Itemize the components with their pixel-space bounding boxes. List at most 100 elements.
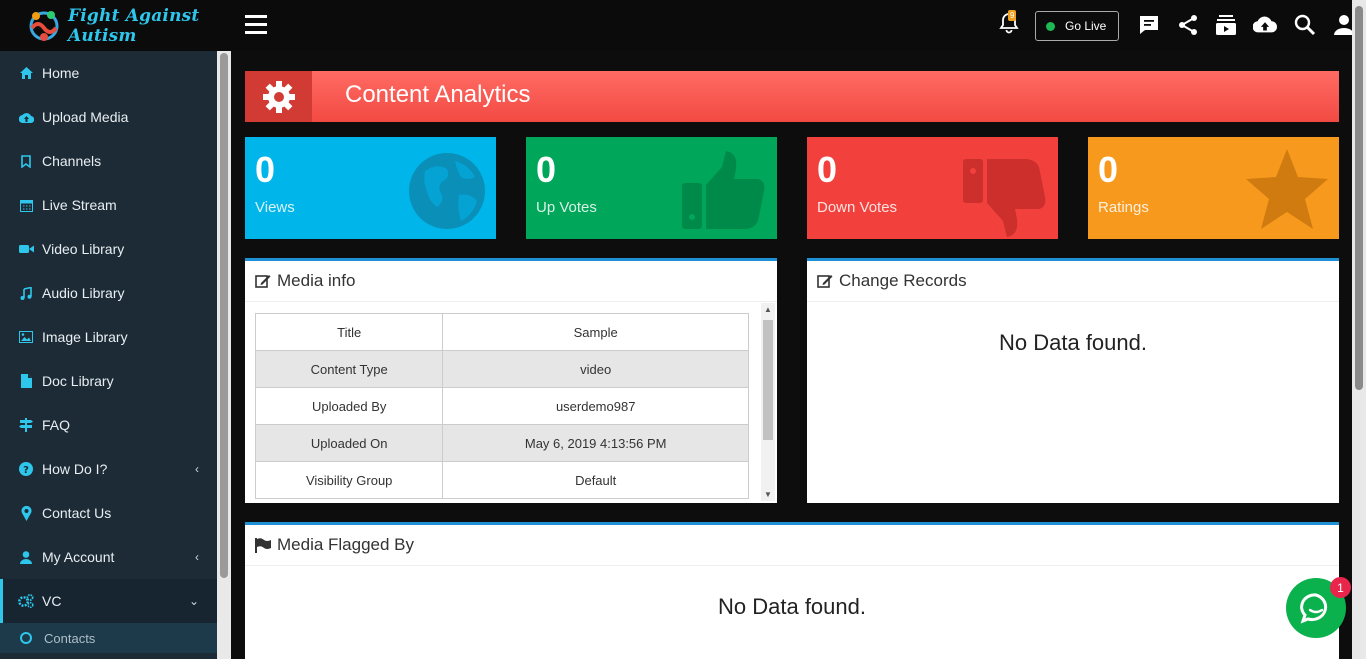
table-row: Uploaded On May 6, 2019 4:13:56 PM: [254, 424, 749, 462]
sidebar-item-doc-library[interactable]: Doc Library: [0, 359, 217, 403]
sidebar-item-label: Audio Library: [42, 285, 125, 301]
file-icon: [18, 373, 34, 389]
menu-toggle-icon[interactable]: [245, 15, 267, 35]
chevron-left-icon: ‹: [195, 462, 199, 476]
sidebar-item-how-do-i[interactable]: ? How Do I? ‹: [0, 447, 217, 491]
panel-title: Change Records: [839, 271, 967, 290]
page-scrollbar-thumb[interactable]: [1355, 6, 1363, 390]
empty-state-text: No Data found.: [999, 330, 1147, 355]
image-icon: [18, 329, 34, 345]
sidebar-item-label: Home: [42, 65, 80, 81]
table-row: Title Sample: [254, 313, 749, 351]
chat-icon[interactable]: [1137, 13, 1161, 37]
logo[interactable]: Fight Against Autism: [0, 0, 231, 51]
page-title: Content Analytics: [345, 81, 531, 108]
sidebar-subitem-label: Contacts: [44, 630, 96, 646]
question-circle-icon: ?: [18, 461, 34, 477]
stat-tile-ratings: 0 Ratings: [1088, 137, 1339, 239]
main-content: Content Analytics 0 Views 0 Up Votes 0 D…: [231, 51, 1352, 659]
media-info-scrollbar[interactable]: ▲ ▼: [761, 303, 775, 501]
panel-header: Change Records: [807, 261, 1339, 302]
stat-label: Up Votes: [536, 199, 597, 216]
chat-unread-badge: 1: [1330, 577, 1351, 598]
sidebar-item-label: Video Library: [42, 241, 125, 257]
bookmark-icon: [18, 153, 34, 169]
sidebar-nav: Home Upload Media Channels Live Stream V…: [0, 51, 217, 653]
empty-state-text: No Data found.: [718, 594, 866, 619]
content-analytics-banner: Content Analytics: [245, 71, 1339, 122]
page-scrollbar[interactable]: [1352, 0, 1366, 659]
scroll-up-icon[interactable]: ▲: [764, 305, 772, 314]
sidebar-item-image-library[interactable]: Image Library: [0, 315, 217, 359]
notification-badge: 9: [1008, 10, 1017, 21]
cloud-upload-icon: [18, 109, 34, 125]
video-camera-icon: [18, 241, 34, 257]
table-cell-key: Uploaded By: [254, 387, 444, 425]
stat-value: 0: [536, 149, 557, 190]
sidebar-item-contact-us[interactable]: Contact Us: [0, 491, 217, 535]
sidebar-scrollbar[interactable]: [217, 51, 231, 659]
sidebar-item-label: Image Library: [42, 329, 128, 345]
brand-name: Fight Against Autism: [68, 5, 200, 46]
sidebar-item-faq[interactable]: FAQ: [0, 403, 217, 447]
stat-label: Views: [255, 199, 295, 216]
sidebar-item-label: How Do I?: [42, 461, 108, 477]
sidebar-item-audio-library[interactable]: Audio Library: [0, 271, 217, 315]
thumbs-down-icon: [963, 159, 1046, 237]
table-cell-key: Content Type: [254, 350, 444, 388]
table-cell-value: Sample: [442, 313, 749, 351]
table-row: Content Type video: [254, 350, 749, 388]
chat-bubble-icon: [1300, 593, 1328, 624]
media-info-panel: Media info Title Sample Content Type video…: [245, 258, 777, 503]
go-live-button[interactable]: Go Live: [1035, 11, 1119, 41]
sidebar-item-label: Doc Library: [42, 373, 114, 389]
stat-label: Ratings: [1098, 199, 1149, 216]
live-status-dot: [1046, 21, 1055, 31]
gear-icon: [245, 71, 312, 122]
stat-tile-up-votes: 0 Up Votes: [526, 137, 777, 239]
scroll-down-icon[interactable]: ▼: [764, 490, 772, 499]
stat-value: 0: [817, 149, 838, 190]
sidebar-item-label: VC: [42, 593, 62, 609]
sidebar-scrollbar-thumb[interactable]: [220, 53, 228, 578]
sidebar-item-label: Upload Media: [42, 109, 129, 125]
table-cell-key: Uploaded On: [254, 424, 444, 462]
cloud-upload-icon[interactable]: [1253, 13, 1277, 37]
table-cell-value: userdemo987: [442, 387, 749, 425]
stat-value: 0: [1098, 149, 1119, 190]
sidebar-item-my-account[interactable]: My Account ‹: [0, 535, 217, 579]
playlist-icon[interactable]: [1214, 13, 1238, 37]
user-icon: [18, 549, 34, 565]
signpost-icon: [18, 417, 34, 433]
sidebar-item-video-library[interactable]: Video Library: [0, 227, 217, 271]
stat-tile-views: 0 Views: [245, 137, 496, 239]
media-info-scrollbar-thumb[interactable]: [763, 320, 773, 440]
sidebar-item-label: Live Stream: [42, 197, 117, 213]
media-info-table: Title Sample Content Type video Uploaded B…: [254, 313, 749, 499]
sidebar-item-label: Channels: [42, 153, 102, 169]
sidebar-item-home[interactable]: Home: [0, 51, 217, 95]
sidebar-item-channels[interactable]: Channels: [0, 139, 217, 183]
top-bar: 9 Go Live: [231, 0, 1366, 51]
share-icon[interactable]: [1176, 13, 1200, 37]
search-icon[interactable]: [1293, 13, 1317, 37]
change-records-panel: Change Records No Data found.: [807, 258, 1339, 503]
star-icon: [1246, 149, 1328, 229]
sidebar-item-live-stream[interactable]: Live Stream: [0, 183, 217, 227]
stat-tile-down-votes: 0 Down Votes: [807, 137, 1058, 239]
svg-text:?: ?: [23, 465, 29, 476]
table-cell-value: Default: [442, 461, 749, 499]
circle-icon: [20, 632, 32, 644]
table-row: Uploaded By userdemo987: [254, 387, 749, 425]
table-cell-value: May 6, 2019 4:13:56 PM: [442, 424, 749, 462]
flag-icon: [255, 537, 271, 553]
sidebar-item-vc[interactable]: VC ⌄: [0, 579, 217, 623]
chevron-down-icon: ⌄: [188, 594, 199, 608]
sidebar-item-upload-media[interactable]: Upload Media: [0, 95, 217, 139]
sidebar-subitem-contacts[interactable]: Contacts: [0, 623, 217, 653]
stat-value: 0: [255, 149, 276, 190]
table-cell-value: video: [442, 350, 749, 388]
map-marker-icon: [18, 505, 34, 521]
calendar-icon: [18, 197, 34, 213]
sidebar-item-label: My Account: [42, 549, 115, 565]
